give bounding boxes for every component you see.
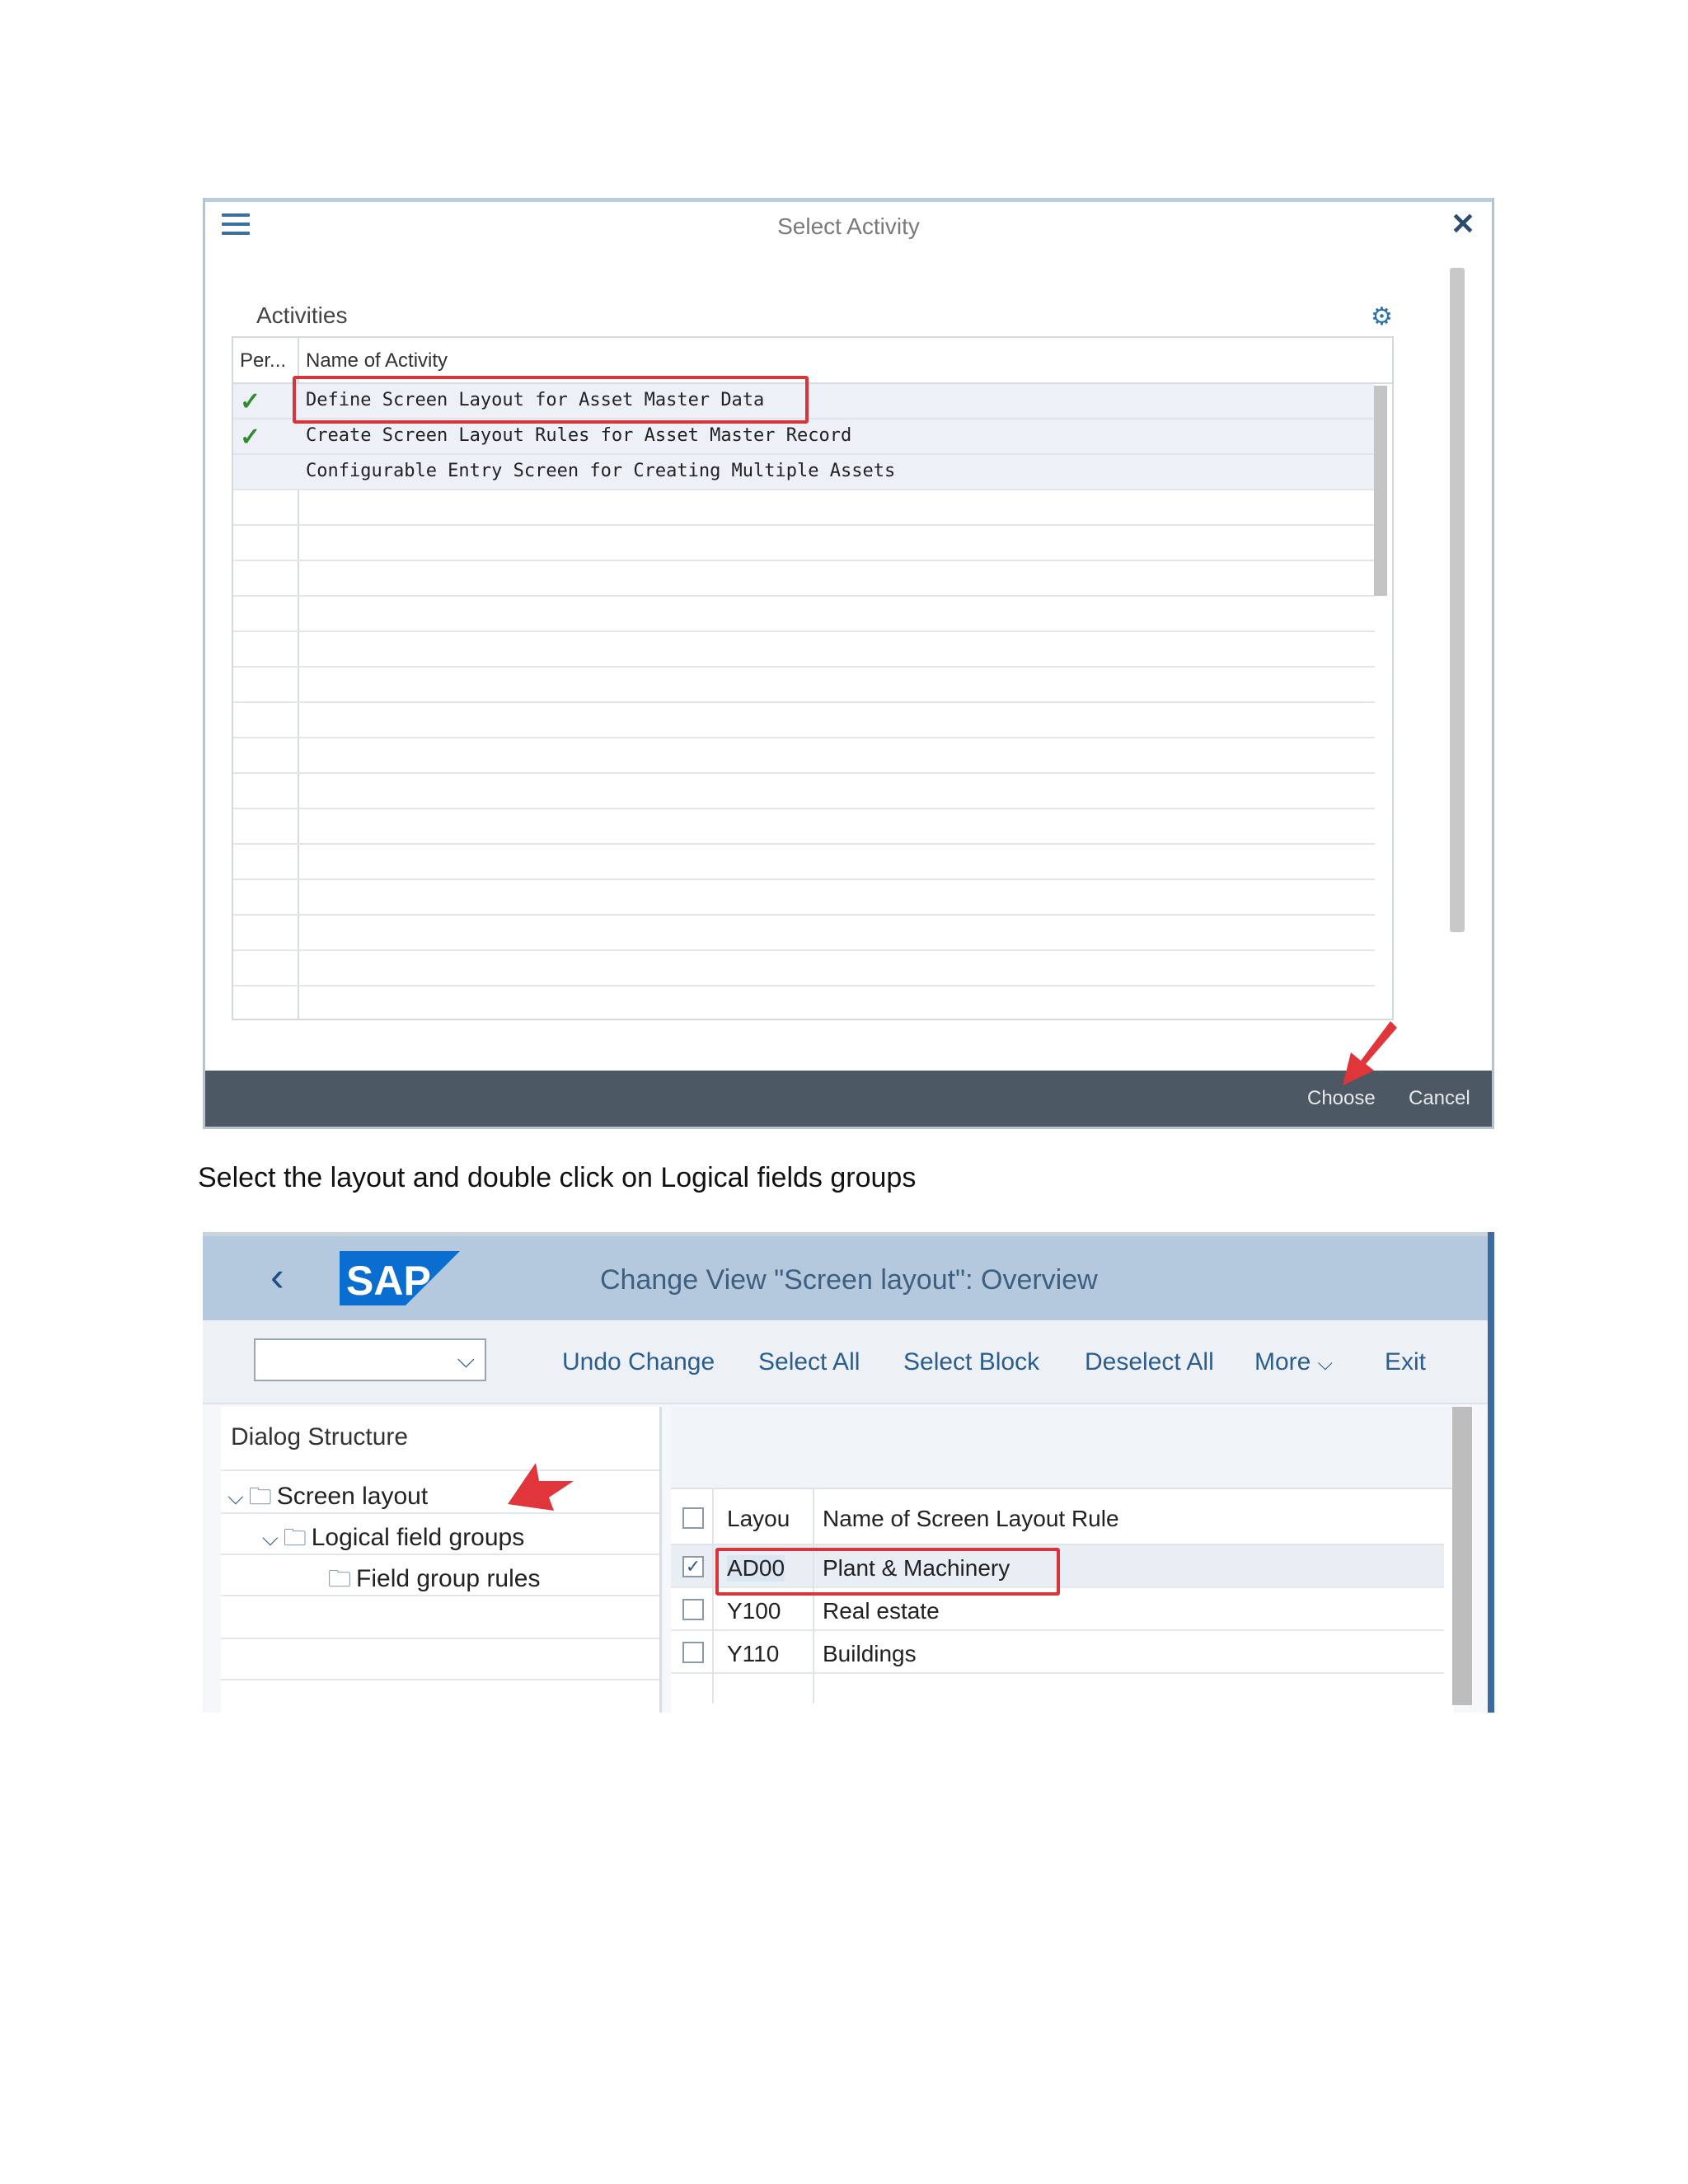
folder-icon: 🗀 [283,1525,307,1550]
select-block-button[interactable]: Select Block [903,1348,1039,1376]
pointer-arrow-icon [508,1463,574,1511]
empty-row [233,845,1375,880]
close-icon[interactable]: ✕ [1451,207,1475,241]
checkmark-icon: ✓ [240,424,261,451]
column-header-layout[interactable]: Layou [727,1506,790,1532]
page-title: Change View "Screen layout": Overview [600,1264,1098,1296]
layout-rule-name[interactable]: Real estate [823,1598,940,1624]
divider [221,1554,659,1555]
window-edge [1488,1232,1494,1713]
activity-name[interactable]: Configurable Entry Screen for Creating M… [306,461,895,481]
sap-logo: SAP [340,1251,460,1305]
divider [221,1595,659,1596]
empty-row [233,809,1375,845]
divider [221,1679,659,1680]
column-separator [813,1489,814,1704]
more-menu-button[interactable]: More ⌵ [1254,1348,1333,1376]
grid-top-area [671,1407,1454,1489]
select-all-checkbox[interactable] [682,1507,704,1529]
layout-code[interactable]: Y110 [727,1641,779,1667]
chevron-down-icon[interactable]: ⌵ [227,1484,244,1509]
row-checkbox[interactable]: ✓ [682,1556,704,1577]
exit-button[interactable]: Exit [1385,1348,1426,1376]
select-all-button[interactable]: Select All [758,1348,860,1376]
chevron-down-icon[interactable]: ⌵ [262,1526,279,1550]
deselect-all-button[interactable]: Deselect All [1085,1348,1214,1376]
node-label: Field group rules [356,1565,541,1592]
choose-button[interactable]: Choose [1307,1087,1376,1110]
table-scrollbar[interactable] [1374,386,1387,596]
empty-row [233,738,1375,774]
node-label: Logical field groups [311,1524,525,1551]
folder-icon: 🗀 [328,1566,352,1591]
command-dropdown[interactable]: ⌵ [254,1338,486,1381]
grid-header: Layou Name of Screen Layout Rule [671,1489,1444,1545]
column-header-performed[interactable]: Per... [240,349,286,373]
instruction-caption: Select the layout and double click on Lo… [198,1162,917,1193]
row-checkbox[interactable] [682,1599,704,1620]
highlight-define-screen-layout [293,376,809,424]
dialog-structure-title: Dialog Structure [231,1423,409,1451]
layout-rule-name[interactable]: Buildings [823,1641,917,1667]
dialog-title: Select Activity [777,213,920,239]
sap-logo-text: SAP [346,1258,431,1304]
column-header-activity-name[interactable]: Name of Activity [306,349,448,373]
empty-row [233,597,1375,632]
chevron-down-icon: ⌵ [1317,1352,1333,1375]
divider [221,1469,659,1471]
empty-row [233,880,1375,916]
toolbar: ⌵ Undo Change Select All Select Block De… [203,1320,1488,1404]
divider [221,1512,659,1514]
column-header-rule-name[interactable]: Name of Screen Layout Rule [823,1506,1119,1532]
table-row[interactable]: Y110 Buildings [671,1631,1444,1674]
node-label: Screen layout [276,1483,429,1510]
row-checkbox[interactable] [682,1642,704,1663]
grid-scrollbar[interactable] [1452,1407,1472,1705]
column-separator [712,1489,714,1704]
empty-row [233,916,1375,951]
empty-row [233,774,1375,809]
empty-row [233,951,1375,987]
checkmark-icon: ✓ [240,388,261,415]
gear-icon[interactable]: ⚙ [1371,302,1393,331]
layout-code[interactable]: Y100 [727,1598,781,1624]
window-top-strip [205,198,1492,202]
empty-row [233,490,1375,526]
chevron-down-icon: ⌵ [457,1347,475,1372]
sap-change-view-screenshot: ‹ SAP Change View "Screen layout": Overv… [203,1232,1494,1713]
select-activity-dialog-screenshot: Select Activity ✕ Activities ⚙ Per... Na… [203,198,1494,1129]
table-row[interactable]: ✓ Create Screen Layout Rules for Asset M… [233,419,1375,455]
activity-name[interactable]: Create Screen Layout Rules for Asset Mas… [306,425,851,446]
empty-row [233,526,1375,561]
empty-row [233,632,1375,668]
table-row[interactable]: Configurable Entry Screen for Creating M… [233,455,1375,490]
pointer-arrow-icon [1343,1021,1397,1085]
empty-row [233,668,1375,703]
divider [221,1638,659,1639]
highlight-plant-machinery [715,1548,1060,1596]
more-label: More [1254,1348,1311,1376]
sap-title-bar: ‹ SAP Change View "Screen layout": Overv… [203,1232,1488,1320]
back-icon[interactable]: ‹ [270,1253,284,1301]
dialog-scrollbar[interactable] [1450,268,1465,932]
empty-row [233,561,1375,597]
activities-label: Activities [256,302,348,328]
dialog-structure-pane: Dialog Structure ⌵ 🗀 Screen layout ⌵ 🗀 Logic… [221,1407,662,1713]
activities-table: Per... Name of Activity ✓ Define Screen … [232,336,1394,1020]
open-folder-icon: 🗀 [248,1483,272,1509]
empty-row [233,703,1375,738]
dialog-footer: Choose Cancel [205,1071,1492,1127]
cancel-button[interactable]: Cancel [1409,1087,1470,1110]
undo-change-button[interactable]: Undo Change [562,1348,715,1376]
